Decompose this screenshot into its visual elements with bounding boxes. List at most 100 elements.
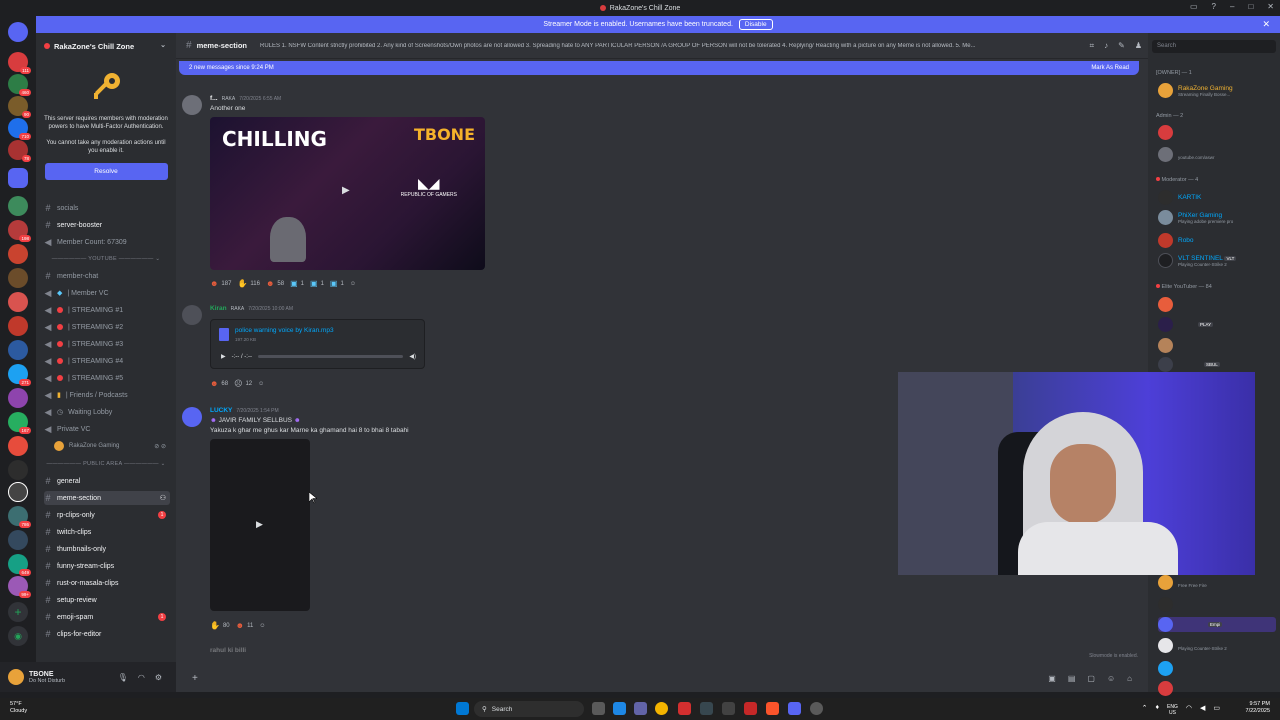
app-icon[interactable] [700, 702, 713, 715]
channel-socials[interactable]: # socials [44, 201, 170, 215]
channel-clips-for-editor[interactable]: # clips-for-editor [44, 627, 170, 641]
avatar[interactable] [182, 407, 202, 427]
folder-icon[interactable] [8, 168, 28, 188]
member-item[interactable]: PhiXer Gaming Playing adobe premiere pro [1158, 210, 1276, 225]
member-item[interactable] [1158, 338, 1276, 353]
category-youtube[interactable]: —————— YOUTUBE —————— ⌄ [36, 256, 176, 262]
message-author[interactable]: f... [210, 95, 218, 102]
channel-streaming-4[interactable]: ◀ | STREAMING #4 [44, 354, 170, 368]
server-icon[interactable]: 90 [8, 96, 31, 118]
server-icon[interactable] [8, 388, 28, 408]
video-embed[interactable]: CHILLING TBONE ◣◢ REPUBLIC OF GAMERS ▶ [210, 117, 485, 270]
brave-icon[interactable] [766, 702, 779, 715]
channel-general[interactable]: # general [44, 474, 170, 488]
channel-meme-section[interactable]: # meme-section ⚇ [44, 491, 170, 505]
member-item[interactable]: Empi [1158, 617, 1276, 632]
server-icon[interactable] [8, 22, 28, 42]
reaction[interactable]: ✋ 116 [237, 279, 260, 288]
microphone-icon[interactable]: 🎙 [118, 673, 128, 682]
close-icon[interactable]: ✕ [1262, 19, 1270, 30]
chevron-up-icon[interactable]: ⌃ [1142, 704, 1148, 716]
minimize-button[interactable]: – [1230, 2, 1234, 11]
server-header[interactable]: RakaZone's Chill Zone ⌄ [36, 33, 176, 59]
gift-icon[interactable]: ▣ [1048, 674, 1056, 683]
channel-member-count[interactable]: ◀ Member Count: 67309 [44, 235, 170, 249]
play-icon[interactable]: ▶ [221, 353, 226, 360]
task-view-icon[interactable] [592, 702, 605, 715]
play-icon[interactable]: ▶ [342, 185, 350, 196]
channel-private-vc[interactable]: ◀ Private VC [44, 422, 170, 436]
sticker-icon[interactable]: ▢ [1087, 674, 1095, 683]
add-reaction-icon[interactable]: ☺ [259, 623, 265, 629]
channel-streaming-3[interactable]: ◀ | STREAMING #3 [44, 337, 170, 351]
server-icon[interactable]: 271 [8, 364, 31, 386]
member-item[interactable]: Robo [1158, 233, 1276, 248]
app-icon[interactable] [810, 702, 823, 715]
channel-member-vc[interactable]: ◀ ◆ | Member VC [44, 286, 170, 300]
battery-icon[interactable]: ▭ [1213, 704, 1220, 716]
server-icon[interactable]: 198 [8, 220, 31, 242]
search-input[interactable]: Search [1152, 40, 1276, 53]
server-icon[interactable] [8, 340, 28, 360]
lang-indicator[interactable]: ENG US [1167, 704, 1178, 716]
member-item[interactable]: RakaZone Gaming Streaming Finally Bosse..… [1158, 83, 1276, 98]
voice-user[interactable]: RakaZone Gaming ⊘ ⊘ [54, 439, 170, 453]
channel-rp-clips-only[interactable]: # rp-clips-only 1 [44, 508, 170, 522]
audio-progress-bar[interactable] [257, 355, 404, 358]
plus-icon[interactable]: + [192, 673, 198, 684]
channel-topic[interactable]: RULES 1. NSFW Content strictly prohibite… [260, 43, 1060, 49]
member-item[interactable] [1158, 597, 1276, 612]
app-icon[interactable] [678, 702, 691, 715]
gif-icon[interactable]: ▤ [1068, 674, 1076, 683]
channel-streaming-1[interactable]: ◀ | STREAMING #1 [44, 303, 170, 317]
member-item[interactable]: PLAY [1158, 317, 1276, 332]
server-icon[interactable]: 649 [8, 554, 31, 576]
member-item[interactable]: KARTIK [1158, 190, 1276, 205]
avatar[interactable] [182, 95, 202, 115]
chevron-down-icon[interactable]: ⌄ [160, 41, 166, 49]
discover-icon[interactable]: ◉ [8, 626, 28, 646]
members-icon[interactable]: ♟ [1135, 41, 1142, 51]
server-icon[interactable] [8, 244, 28, 264]
new-messages-bar[interactable]: 2 new messages since 9:24 PM Mark As Rea… [179, 61, 1139, 75]
server-icon[interactable] [8, 292, 28, 312]
maximize-button[interactable]: □ [1248, 2, 1253, 11]
inbox-icon[interactable]: ▭ [1190, 2, 1198, 11]
headphones-icon[interactable]: ◠ [138, 673, 145, 682]
channel-setup-review[interactable]: # setup-review [44, 593, 170, 607]
volume-icon[interactable]: ◀) [409, 353, 416, 360]
add-member-icon[interactable]: ⚇ [160, 494, 166, 502]
reaction[interactable]: ▣ 1 [290, 279, 304, 288]
bell-icon[interactable]: ♪ [1104, 41, 1108, 51]
member-item[interactable]: SBUL [1158, 357, 1276, 372]
chrome-icon[interactable] [655, 702, 668, 715]
member-item[interactable]: Free Free Fire [1158, 575, 1276, 590]
server-icon[interactable] [8, 316, 28, 336]
server-icon[interactable]: 78 [8, 140, 31, 162]
message-author[interactable]: rahul ki billi [210, 647, 246, 654]
server-icon[interactable]: 786 [8, 506, 31, 528]
message-author[interactable]: LUCKY [210, 407, 232, 414]
channel-streaming-2[interactable]: ◀ | STREAMING #2 [44, 320, 170, 334]
server-icon[interactable]: 710 [8, 118, 31, 140]
category-public-area[interactable]: —————— PUBLIC AREA —————— ⌄ [36, 461, 176, 467]
server-icon[interactable]: 460 [8, 74, 31, 96]
apps-icon[interactable]: ⌂ [1127, 674, 1132, 683]
app-icon[interactable] [613, 702, 626, 715]
server-icon[interactable] [8, 482, 28, 502]
channel-emoji-spam[interactable]: # emoji-spam 1 [44, 610, 170, 624]
app-icon[interactable] [744, 702, 757, 715]
channel-server-booster[interactable]: # server-booster [44, 218, 170, 232]
message-composer[interactable]: + ▣ ▤ ▢ ☺ ⌂ [182, 667, 1142, 689]
add-reaction-icon[interactable]: ☺ [350, 281, 356, 287]
member-item[interactable] [1158, 125, 1276, 140]
wifi-icon[interactable]: ◠ [1186, 704, 1192, 716]
member-item[interactable] [1158, 297, 1276, 312]
server-icon[interactable] [8, 436, 28, 456]
member-item[interactable]: Playing Counter-Strike 2 [1158, 638, 1276, 653]
message-author[interactable]: Kiran [210, 305, 227, 312]
audio-filename[interactable]: police warning voice by Kiran.mp3 [235, 327, 334, 334]
pin-icon[interactable]: ✎ [1118, 41, 1125, 51]
clock[interactable]: 9:57 PM 7/22/2025 [1246, 701, 1270, 715]
threads-icon[interactable]: ⌗ [1090, 41, 1095, 51]
